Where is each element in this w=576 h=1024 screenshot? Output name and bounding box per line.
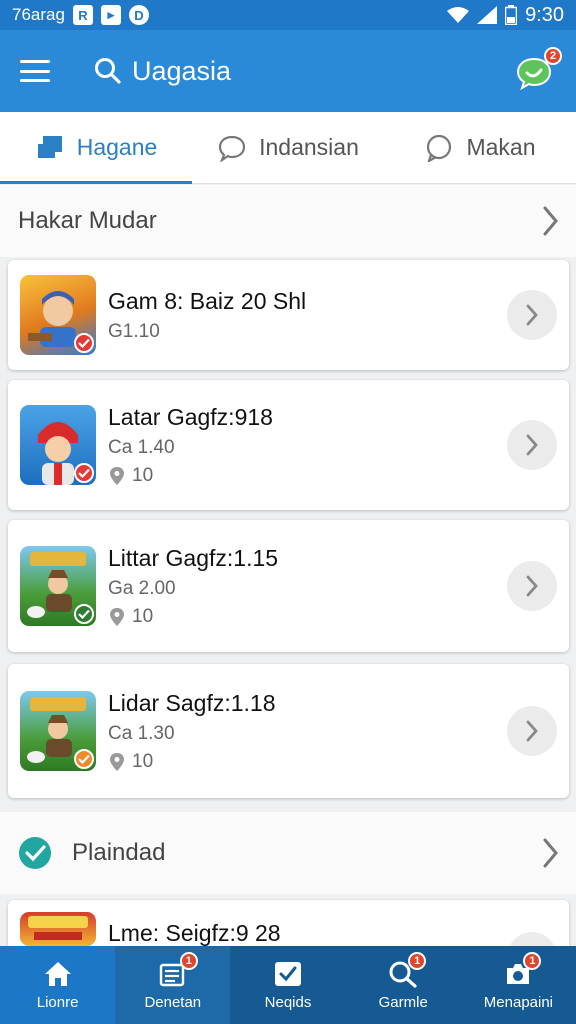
tab-label: Hagane <box>76 134 158 160</box>
nav-neqids[interactable]: Neqids <box>230 946 345 1024</box>
search-text: Uagasia <box>132 55 232 86</box>
nav-menapaini[interactable]: 1 Menapaini <box>461 946 576 1024</box>
chat-bubble-icon <box>219 135 246 162</box>
tab-hagane[interactable]: Hagane <box>0 112 192 184</box>
chevron-right-icon <box>526 304 538 326</box>
list-item[interactable]: Gam 8: Baiz 20 Shl G1.10 <box>8 260 569 370</box>
open-arrow-button[interactable] <box>507 932 557 946</box>
nav-denetan[interactable]: 1 Denetan <box>115 946 231 1024</box>
chat-badge: 2 <box>544 47 562 65</box>
list-item[interactable]: Lme: Seigfz:9 28 <box>8 900 569 946</box>
tab-label: Indansian <box>259 134 359 160</box>
battery-icon <box>505 5 518 25</box>
game-title: Lme: Seigfz:9 28 <box>108 920 281 946</box>
game-rating: Ca 1.40 <box>108 436 175 458</box>
meta-count: 10 <box>132 750 154 772</box>
nav-label: Lionre <box>36 993 79 1011</box>
list-item[interactable]: Littar Gagfz:1.15 Ga 2.00 10 <box>8 520 569 652</box>
wifi-icon <box>447 7 470 23</box>
message-icon <box>427 134 452 162</box>
list-item[interactable]: Latar Gagfz:918 Ca 1.40 10 <box>8 380 569 510</box>
search-bar[interactable]: Uagasia <box>94 56 231 87</box>
chevron-right-icon <box>543 838 558 868</box>
camera-icon: 1 <box>503 951 542 988</box>
nav-garmle[interactable]: 1 Garmle <box>346 946 461 1024</box>
app-bar: Uagasia 2 <box>0 30 576 112</box>
game-meta: 10 <box>108 751 276 773</box>
game-rating: Ca 1.30 <box>108 722 175 744</box>
nav-label: Neqids <box>264 993 312 1011</box>
game-meta: 10 <box>108 465 273 487</box>
meta-count: 10 <box>132 464 154 486</box>
game-thumbnail <box>20 275 96 355</box>
location-pin-icon <box>110 752 124 771</box>
nav-label: Denetan <box>144 993 202 1011</box>
open-arrow-button[interactable] <box>507 561 557 611</box>
verified-badge-icon <box>74 463 94 483</box>
chat-button[interactable]: 2 <box>516 47 562 91</box>
checkbox-icon <box>273 960 303 988</box>
location-pin-icon <box>110 466 124 485</box>
open-arrow-button[interactable] <box>507 420 557 470</box>
status-bar: 76arag R ▸ D 9:30 <box>0 0 576 30</box>
verified-badge-icon <box>74 604 94 624</box>
nav-home[interactable]: Lionre <box>0 946 116 1024</box>
notification-play-icon: ▸ <box>100 5 121 25</box>
search-icon <box>95 58 121 84</box>
tab-label: Makan <box>466 134 536 160</box>
game-title: Latar Gagfz:918 <box>108 403 273 430</box>
nav-badge: 1 <box>523 951 542 970</box>
game-thumbnail <box>20 912 96 946</box>
game-rating: Ga 2.00 <box>108 577 176 599</box>
nav-badge: 1 <box>408 951 427 970</box>
tab-indansian[interactable]: Indansian <box>192 112 384 183</box>
notification-r-icon: R <box>72 5 93 25</box>
list-icon: 1 <box>158 951 198 988</box>
hamburger-menu-icon[interactable] <box>20 60 50 82</box>
game-title: Lidar Sagfz:1.18 <box>108 689 276 716</box>
verified-badge-icon <box>74 333 94 353</box>
section-header-hakar-mudar[interactable]: Hakar Mudar <box>0 185 576 257</box>
carrier-label: 76arag <box>12 5 65 24</box>
game-thumbnail <box>20 546 96 626</box>
game-title: Gam 8: Baiz 20 Shl <box>108 287 307 314</box>
section-header-plaindad[interactable]: Plaindad <box>0 812 576 894</box>
section-title: Plaindad <box>72 839 166 866</box>
notification-d-icon: D <box>128 5 149 25</box>
tag-icon <box>37 135 62 158</box>
game-thumbnail <box>20 405 96 485</box>
open-arrow-button[interactable] <box>507 706 557 756</box>
game-meta: 10 <box>108 606 278 628</box>
game-title: Littar Gagfz:1.15 <box>108 544 279 571</box>
nav-badge: 1 <box>179 951 198 970</box>
game-thumbnail <box>20 691 96 771</box>
meta-count: 10 <box>132 605 154 627</box>
bottom-navigation: Lionre 1 Denetan Neqids 1 Garmle 1 Menap… <box>0 946 576 1024</box>
game-rating: G1.10 <box>108 320 160 342</box>
home-icon <box>43 960 73 988</box>
list-item[interactable]: Lidar Sagfz:1.18 Ca 1.30 10 <box>8 664 569 798</box>
chevron-right-icon <box>526 434 538 456</box>
chevron-right-icon <box>526 720 538 742</box>
chevron-right-icon <box>526 575 538 597</box>
chevron-right-icon <box>543 206 558 236</box>
location-pin-icon <box>110 607 124 626</box>
clock-time: 9:30 <box>525 3 564 26</box>
tab-bar: Hagane Indansian Makan <box>0 112 576 184</box>
verified-badge-icon <box>74 749 94 769</box>
nav-label: Garmle <box>378 993 428 1011</box>
search-icon: 1 <box>388 951 427 988</box>
check-circle-icon <box>19 837 51 869</box>
open-arrow-button[interactable] <box>507 290 557 340</box>
section-title: Hakar Mudar <box>18 207 157 234</box>
signal-icon <box>477 6 498 24</box>
nav-label: Menapaini <box>483 993 554 1011</box>
tab-makan[interactable]: Makan <box>384 112 576 183</box>
